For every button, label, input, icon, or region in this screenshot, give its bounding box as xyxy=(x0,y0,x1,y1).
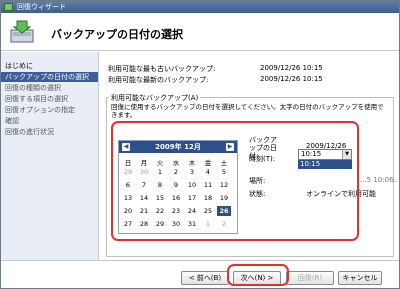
status-label: 状態: xyxy=(249,190,266,198)
calendar-day[interactable]: 27 xyxy=(121,219,135,229)
status-value: オンラインで利用可能 xyxy=(306,190,376,198)
step-progress: 回復の進行状況 xyxy=(5,128,54,136)
weekday-thu: 木 xyxy=(188,159,196,167)
calendar-day[interactable]: 5 xyxy=(217,167,231,177)
chevron-down-icon[interactable]: ▼ xyxy=(342,150,351,159)
calendar-day[interactable]: 29 xyxy=(121,167,135,177)
weekday-fri: 金 xyxy=(204,159,212,167)
weekday-wed: 水 xyxy=(172,159,180,167)
button-bar: < 前へ(B) 次へ(N) > 回復(R) キャンセル xyxy=(1,260,399,288)
wizard-window: 回復ウィザード バックアップの日付の選択 はじめに バックアップの日付の選択 回… xyxy=(0,0,400,289)
wizard-header: バックアップの日付の選択 xyxy=(1,13,399,51)
calendar-month: 2009年 12月 xyxy=(155,143,201,151)
calendar-day[interactable]: 7 xyxy=(137,180,151,190)
prev-month-button[interactable]: ◀ xyxy=(122,143,130,151)
calendar-day[interactable]: 6 xyxy=(121,180,135,190)
group-description: 回復に使用するバックアップの日付を選択してください。太字の日付のバックアップを使… xyxy=(111,103,384,119)
step-recovery-type: 回復の種類の選択 xyxy=(5,84,61,92)
calendar-day[interactable]: 26 xyxy=(217,206,231,216)
calendar-day[interactable]: 1 xyxy=(201,219,215,229)
calendar-day[interactable]: 1 xyxy=(153,167,167,177)
calendar-day[interactable]: 9 xyxy=(169,180,183,190)
weekday-sun: 日 xyxy=(124,159,132,167)
time-select[interactable]: 10:15 ▼ xyxy=(298,149,352,160)
calendar-day[interactable]: 2 xyxy=(169,167,183,177)
weekday-tue: 火 xyxy=(156,159,164,167)
oldest-backup-value: 2009/12/26 10:15 xyxy=(260,64,323,72)
time-label: 時刻(T): xyxy=(249,155,276,163)
calendar-day[interactable]: 15 xyxy=(153,193,167,203)
newest-backup-row: 利用可能な最新のバックアップ: 2009/12/26 10:15 xyxy=(108,75,323,85)
window-title: 回復ウィザード xyxy=(17,3,66,11)
calendar-day[interactable]: 16 xyxy=(169,193,183,203)
newest-backup-label: 利用可能な最新のバックアップ: xyxy=(108,76,209,84)
calendar-day[interactable]: 10 xyxy=(185,180,199,190)
calendar-day[interactable]: 20 xyxy=(121,206,135,216)
calendar-day[interactable]: 28 xyxy=(137,219,151,229)
back-button[interactable]: < 前へ(B) xyxy=(181,271,229,285)
location-value: ...5 10:06... xyxy=(360,176,400,184)
calendar-day[interactable]: 31 xyxy=(185,219,199,229)
step-select-date: バックアップの日付の選択 xyxy=(1,72,98,82)
calendar-day[interactable]: 29 xyxy=(153,219,167,229)
title-bar: 回復ウィザード xyxy=(1,1,399,13)
calendar-day[interactable]: 8 xyxy=(153,180,167,190)
oldest-backup-row: 利用可能な最も古いバックアップ: 2009/12/26 10:15 xyxy=(108,64,323,74)
step-intro: はじめに xyxy=(5,62,33,70)
calendar-day[interactable]: 17 xyxy=(185,193,199,203)
calendar-day[interactable]: 4 xyxy=(201,167,215,177)
calendar-day[interactable]: 18 xyxy=(201,193,215,203)
calendar-day[interactable]: 30 xyxy=(169,219,183,229)
page-title: バックアップの日付の選択 xyxy=(51,28,183,41)
calendar-day[interactable]: 3 xyxy=(185,167,199,177)
wizard-steps-sidebar: はじめに バックアップの日付の選択 回復の種類の選択 回復する項目の選択 回復オ… xyxy=(1,52,99,260)
backup-recovery-icon xyxy=(10,20,34,43)
step-recover-items: 回復する項目の選択 xyxy=(5,95,68,103)
recover-button[interactable]: 回復(R) xyxy=(286,271,334,285)
calendar-day[interactable]: 19 xyxy=(217,193,231,203)
backup-calendar: ◀ 2009年 12月 ▶ 日 月 火 水 木 金 土 29 30 1 2 3 4 5 6 7 8… xyxy=(118,140,238,234)
location-label: 場所: xyxy=(249,177,266,185)
calendar-day[interactable]: 30 xyxy=(137,167,151,177)
newest-backup-value: 2009/12/26 10:15 xyxy=(260,75,323,83)
calendar-header: ◀ 2009年 12月 ▶ xyxy=(119,141,237,153)
time-select-value: 10:15 xyxy=(301,150,322,158)
step-confirm: 確認 xyxy=(5,117,19,125)
calendar-day[interactable]: 11 xyxy=(201,180,215,190)
available-backups-group: 利用可能なバックアップ(A) 回復に使用するバックアップの日付を選択してください… xyxy=(106,93,399,257)
weekday-sat: 土 xyxy=(220,159,228,167)
calendar-day[interactable]: 21 xyxy=(137,206,151,216)
recovery-icon xyxy=(4,3,13,11)
calendar-day[interactable]: 13 xyxy=(121,193,135,203)
calendar-day[interactable]: 24 xyxy=(185,206,199,216)
calendar-day[interactable]: 23 xyxy=(169,206,183,216)
weekday-mon: 月 xyxy=(140,159,148,167)
group-title: 利用可能なバックアップ(A) xyxy=(109,93,201,103)
calendar-day[interactable]: 12 xyxy=(217,180,231,190)
calendar-day[interactable]: 2 xyxy=(217,219,231,229)
step-recovery-options: 回復オプションの指定 xyxy=(5,106,75,114)
calendar-day[interactable]: 25 xyxy=(201,206,215,216)
next-button[interactable]: 次へ(N) > xyxy=(233,271,281,285)
calendar-day[interactable]: 14 xyxy=(137,193,151,203)
time-option[interactable]: 10:15 xyxy=(298,160,352,169)
calendar-day[interactable]: 22 xyxy=(153,206,167,216)
main-panel: 利用可能な最も古いバックアップ: 2009/12/26 10:15 利用可能な最… xyxy=(100,52,399,260)
next-month-button[interactable]: ▶ xyxy=(226,143,234,151)
oldest-backup-label: 利用可能な最も古いバックアップ: xyxy=(108,65,216,73)
cancel-button[interactable]: キャンセル xyxy=(338,271,382,285)
